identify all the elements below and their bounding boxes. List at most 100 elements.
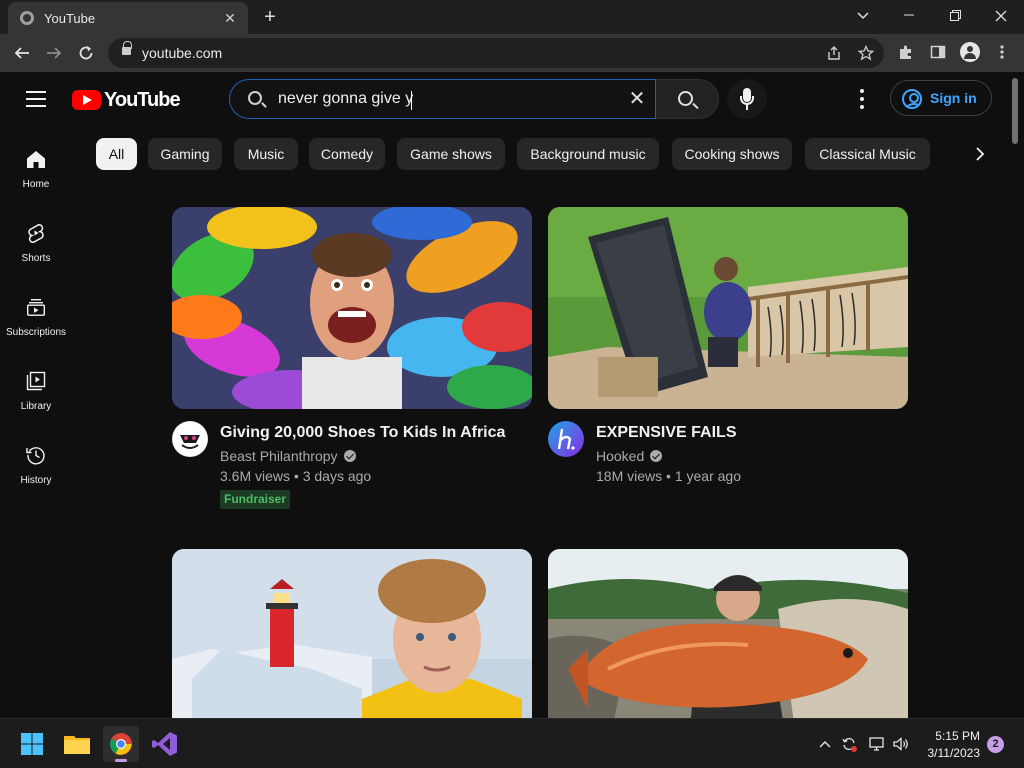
- search-icon: [248, 91, 262, 105]
- minimize-icon[interactable]: [886, 0, 932, 34]
- video-title[interactable]: EXPENSIVE FAILS: [596, 424, 736, 442]
- windows-start-icon[interactable]: [14, 726, 50, 762]
- new-tab-button[interactable]: +: [258, 5, 282, 29]
- bookmark-star-icon[interactable]: [856, 43, 876, 63]
- tab-close-icon[interactable]: ✕: [220, 8, 240, 28]
- chevron-up-icon[interactable]: [816, 735, 834, 753]
- chevron-right-icon[interactable]: [966, 140, 994, 168]
- clock-date[interactable]: 3/11/2023: [918, 746, 981, 760]
- chip-all[interactable]: All: [96, 138, 137, 170]
- clear-search-icon[interactable]: ✕: [626, 88, 648, 110]
- video-thumbnail[interactable]: [548, 207, 908, 409]
- sidebar-item-label: History: [20, 475, 52, 486]
- subscriptions-icon: [26, 297, 46, 317]
- upload-age: 3 days ago: [302, 468, 372, 484]
- tab-title: YouTube: [44, 11, 96, 26]
- network-monitor-icon[interactable]: [868, 735, 886, 753]
- volume-icon[interactable]: [892, 735, 910, 753]
- extensions-puzzle-icon[interactable]: [896, 42, 916, 62]
- youtube-wordmark: YouTube: [104, 89, 181, 111]
- sidebar-item-shorts[interactable]: Shorts: [0, 223, 72, 283]
- filter-chip-bar: All Gaming Music Comedy Game shows Backg…: [96, 138, 956, 170]
- channel-avatar[interactable]: [548, 421, 584, 457]
- fundraiser-badge: Fundraiser: [220, 490, 291, 509]
- chip-background-music[interactable]: Background music: [517, 138, 659, 170]
- search-box[interactable]: never gonna give y ✕: [229, 79, 656, 119]
- globe-icon: [20, 11, 34, 25]
- text-cursor: [411, 91, 412, 110]
- video-title[interactable]: Giving 20,000 Shoes To Kids In Africa: [220, 424, 505, 442]
- youtube-logo[interactable]: YouTube: [72, 88, 181, 112]
- sidebar-item-subscriptions[interactable]: Subscriptions: [0, 297, 72, 357]
- page-scrollbar-thumb[interactable]: [1012, 78, 1018, 144]
- restore-icon[interactable]: [932, 0, 978, 34]
- view-count: 3.6M views: [220, 468, 291, 484]
- channel-name-row[interactable]: Beast Philanthropy: [220, 448, 356, 464]
- search-input[interactable]: never gonna give y: [278, 90, 413, 108]
- clock-time[interactable]: 5:15 PM: [928, 729, 980, 743]
- history-icon: [26, 445, 46, 465]
- file-explorer-icon[interactable]: [59, 726, 95, 762]
- meta-separator: •: [666, 468, 671, 484]
- address-bar[interactable]: youtube.com: [108, 38, 884, 68]
- sidebar-item-label: Library: [20, 401, 52, 412]
- visual-studio-icon[interactable]: [147, 726, 183, 762]
- sidebar-item-label: Shorts: [21, 253, 51, 264]
- url-text[interactable]: youtube.com: [142, 45, 222, 61]
- channel-name-row[interactable]: Hooked: [596, 448, 663, 464]
- video-thumbnail[interactable]: [548, 549, 908, 718]
- home-icon: [26, 149, 46, 169]
- chrome-menu-icon[interactable]: [992, 42, 1012, 62]
- browser-toolbar: youtube.com: [0, 34, 1024, 72]
- account-circle-icon: [902, 89, 922, 109]
- shorts-icon: [26, 223, 46, 244]
- search-icon: [678, 91, 693, 106]
- upload-age: 1 year ago: [674, 468, 741, 484]
- youtube-page: YouTube never gonna give y ✕ Sign in Hom…: [0, 72, 1024, 718]
- verified-check-icon: [650, 450, 663, 462]
- sidebar-item-home[interactable]: Home: [0, 149, 72, 209]
- sign-in-label: Sign in: [930, 90, 977, 106]
- tab-search-chevron-icon[interactable]: [840, 0, 886, 34]
- chip-music[interactable]: Music: [234, 138, 298, 170]
- video-thumbnail[interactable]: [172, 207, 532, 409]
- chip-classical-music[interactable]: Classical Music: [805, 138, 930, 170]
- chip-game-shows[interactable]: Game shows: [397, 138, 505, 170]
- window-close-icon[interactable]: [978, 0, 1024, 34]
- settings-more-icon[interactable]: [852, 89, 872, 109]
- chip-gaming[interactable]: Gaming: [148, 138, 222, 170]
- library-icon: [26, 371, 46, 391]
- notification-badge[interactable]: 2: [987, 736, 1004, 753]
- forward-arrow-icon[interactable]: [42, 41, 66, 65]
- voice-search-button[interactable]: [727, 79, 767, 119]
- sidebar-item-label: Subscriptions: [5, 327, 67, 338]
- windows-taskbar: 5:15 PM 3/11/2023 2: [0, 718, 1024, 768]
- sidebar-item-library[interactable]: Library: [0, 371, 72, 431]
- sidebar-item-label: Home: [22, 179, 50, 190]
- chrome-icon[interactable]: [103, 726, 139, 762]
- sign-in-button[interactable]: Sign in: [890, 80, 992, 116]
- browser-tab-strip: YouTube ✕ +: [0, 0, 1024, 34]
- share-icon[interactable]: [824, 43, 844, 63]
- chip-comedy[interactable]: Comedy: [309, 138, 385, 170]
- view-count: 18M views: [596, 468, 663, 484]
- profile-icon[interactable]: [960, 42, 980, 62]
- search-button[interactable]: [656, 79, 719, 119]
- channel-name[interactable]: Beast Philanthropy: [220, 448, 338, 464]
- channel-name[interactable]: Hooked: [596, 448, 644, 464]
- lock-icon[interactable]: [122, 41, 132, 57]
- youtube-play-icon: [72, 90, 101, 110]
- video-metadata: 3.6M views • 3 days ago: [220, 468, 371, 484]
- menu-hamburger-icon[interactable]: [26, 91, 46, 107]
- video-metadata: 18M views • 1 year ago: [596, 468, 741, 484]
- sync-icon[interactable]: [840, 735, 858, 753]
- video-thumbnail[interactable]: [172, 549, 532, 718]
- verified-check-icon: [343, 450, 356, 462]
- browser-tab[interactable]: YouTube ✕: [8, 2, 248, 34]
- channel-avatar[interactable]: [172, 421, 208, 457]
- reload-icon[interactable]: [74, 41, 98, 65]
- side-panel-icon[interactable]: [928, 42, 948, 62]
- chip-cooking-shows[interactable]: Cooking shows: [672, 138, 792, 170]
- sidebar-item-history[interactable]: History: [0, 445, 72, 505]
- back-arrow-icon[interactable]: [10, 41, 34, 65]
